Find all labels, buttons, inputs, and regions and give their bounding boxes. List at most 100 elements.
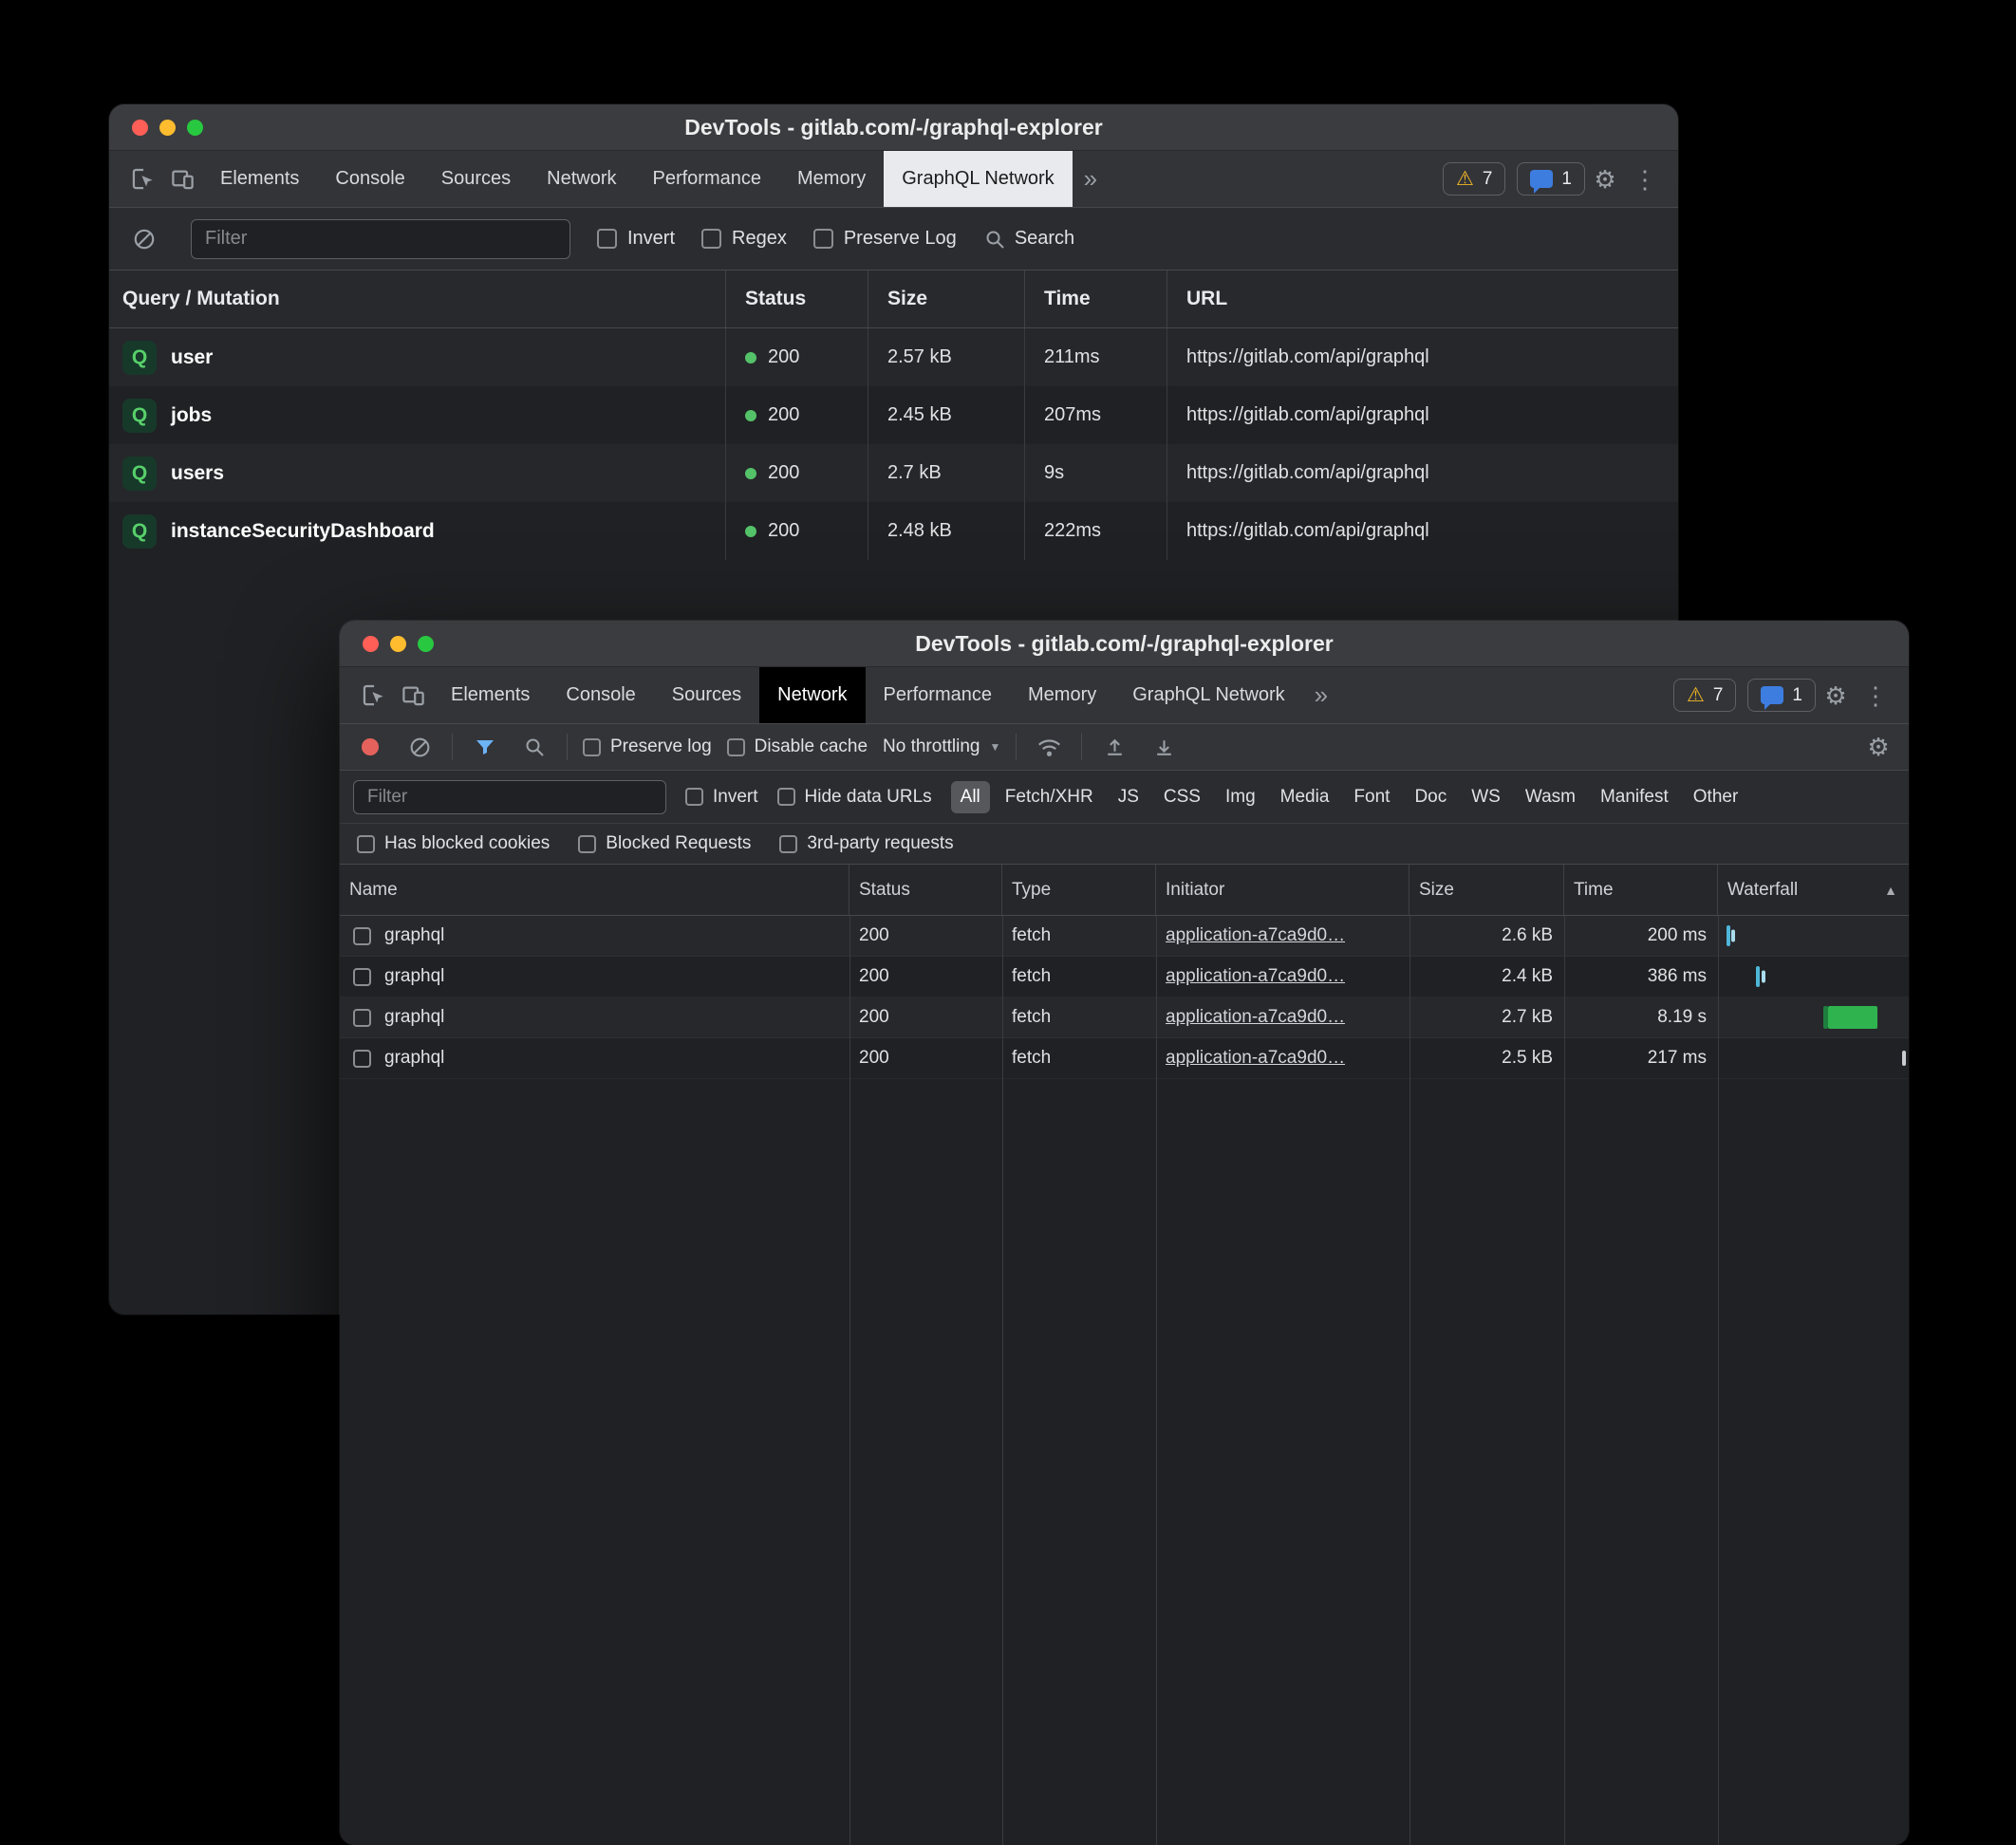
throttling-dropdown[interactable]: No throttling ▼ bbox=[883, 736, 1000, 757]
checkbox-icon[interactable] bbox=[578, 835, 596, 853]
more-options-icon[interactable]: ⋮ bbox=[1625, 159, 1665, 199]
row-checkbox[interactable] bbox=[353, 968, 371, 986]
column-header-size[interactable]: Size bbox=[1409, 865, 1564, 915]
column-header-waterfall[interactable]: Waterfall ▲ bbox=[1718, 865, 1909, 915]
has-blocked-cookies-checkbox[interactable]: Has blocked cookies bbox=[357, 833, 550, 854]
device-toolbar-icon[interactable] bbox=[162, 159, 202, 199]
network-request-row[interactable]: graphql 200 fetch application-a7ca9d0… 2… bbox=[340, 997, 1909, 1038]
filter-input[interactable] bbox=[191, 219, 570, 259]
inspect-icon[interactable] bbox=[353, 676, 393, 716]
tab-console[interactable]: Console bbox=[317, 151, 422, 207]
checkbox-icon[interactable] bbox=[685, 788, 703, 806]
device-toolbar-icon[interactable] bbox=[393, 676, 433, 716]
tab-memory[interactable]: Memory bbox=[779, 151, 884, 207]
column-header-status[interactable]: Status bbox=[849, 865, 1002, 915]
regex-checkbox[interactable]: Regex bbox=[701, 228, 787, 250]
network-filter-input[interactable] bbox=[353, 780, 666, 814]
column-header-type[interactable]: Type bbox=[1002, 865, 1156, 915]
filter-type-other[interactable]: Other bbox=[1684, 781, 1748, 813]
minimize-button[interactable] bbox=[390, 636, 406, 652]
block-icon[interactable] bbox=[124, 219, 164, 259]
warnings-badge[interactable]: ⚠ 7 bbox=[1673, 679, 1736, 712]
initiator-link[interactable]: application-a7ca9d0… bbox=[1166, 1007, 1345, 1028]
blocked-requests-checkbox[interactable]: Blocked Requests bbox=[578, 833, 751, 854]
tab-console[interactable]: Console bbox=[548, 667, 653, 723]
initiator-link[interactable]: application-a7ca9d0… bbox=[1166, 966, 1345, 987]
query-row[interactable]: Q users 200 2.7 kB 9s https://gitlab.com… bbox=[109, 444, 1678, 502]
checkbox-icon[interactable] bbox=[357, 835, 375, 853]
network-request-row[interactable]: graphql 200 fetch application-a7ca9d0… 2… bbox=[340, 916, 1909, 957]
network-settings-gear-icon[interactable]: ⚙ bbox=[1861, 730, 1895, 764]
tab-graphql-network[interactable]: GraphQL Network bbox=[1114, 667, 1302, 723]
issues-badge[interactable]: 1 bbox=[1747, 679, 1816, 712]
settings-gear-icon[interactable]: ⚙ bbox=[1816, 676, 1856, 716]
network-conditions-icon[interactable] bbox=[1032, 730, 1066, 764]
initiator-link[interactable]: application-a7ca9d0… bbox=[1166, 925, 1345, 946]
filter-type-media[interactable]: Media bbox=[1271, 781, 1339, 813]
record-icon[interactable] bbox=[353, 730, 387, 764]
filter-type-font[interactable]: Font bbox=[1344, 781, 1399, 813]
checkbox-icon[interactable] bbox=[779, 835, 797, 853]
export-har-icon[interactable] bbox=[1147, 730, 1181, 764]
close-button[interactable] bbox=[363, 636, 379, 652]
more-tabs-icon[interactable]: » bbox=[1303, 667, 1339, 723]
settings-gear-icon[interactable]: ⚙ bbox=[1585, 159, 1625, 199]
row-checkbox[interactable] bbox=[353, 1050, 371, 1068]
inspect-icon[interactable] bbox=[122, 159, 162, 199]
preserve-log-checkbox[interactable]: Preserve Log bbox=[813, 228, 957, 250]
filter-type-img[interactable]: Img bbox=[1216, 781, 1265, 813]
invert-checkbox[interactable]: Invert bbox=[685, 787, 758, 808]
checkbox-icon[interactable] bbox=[701, 229, 721, 249]
search-button[interactable]: Search bbox=[983, 228, 1074, 251]
query-row[interactable]: Q instanceSecurityDashboard 200 2.48 kB … bbox=[109, 502, 1678, 560]
clear-icon[interactable] bbox=[402, 730, 437, 764]
network-request-row[interactable]: graphql 200 fetch application-a7ca9d0… 2… bbox=[340, 957, 1909, 997]
network-request-row[interactable]: graphql 200 fetch application-a7ca9d0… 2… bbox=[340, 1038, 1909, 1079]
row-checkbox[interactable] bbox=[353, 927, 371, 945]
tab-memory[interactable]: Memory bbox=[1010, 667, 1114, 723]
preserve-log-checkbox[interactable]: Preserve log bbox=[583, 736, 712, 757]
tab-performance[interactable]: Performance bbox=[635, 151, 780, 207]
filter-type-css[interactable]: CSS bbox=[1154, 781, 1210, 813]
column-header-name[interactable]: Name bbox=[340, 865, 849, 915]
tab-performance[interactable]: Performance bbox=[866, 667, 1011, 723]
checkbox-icon[interactable] bbox=[777, 788, 795, 806]
filter-type-wasm[interactable]: Wasm bbox=[1516, 781, 1585, 813]
checkbox-icon[interactable] bbox=[583, 738, 601, 756]
column-header-size[interactable]: Size bbox=[868, 270, 1025, 327]
filter-type-manifest[interactable]: Manifest bbox=[1591, 781, 1678, 813]
column-header-time[interactable]: Time bbox=[1564, 865, 1718, 915]
checkbox-icon[interactable] bbox=[597, 229, 617, 249]
column-header-query[interactable]: Query / Mutation bbox=[109, 270, 726, 327]
tab-sources[interactable]: Sources bbox=[423, 151, 529, 207]
titlebar[interactable]: DevTools - gitlab.com/-/graphql-explorer bbox=[109, 104, 1678, 151]
tab-sources[interactable]: Sources bbox=[654, 667, 759, 723]
close-button[interactable] bbox=[132, 120, 148, 136]
filter-type-fetch-xhr[interactable]: Fetch/XHR bbox=[996, 781, 1103, 813]
zoom-button[interactable] bbox=[187, 120, 203, 136]
tab-graphql-network[interactable]: GraphQL Network bbox=[884, 151, 1072, 207]
minimize-button[interactable] bbox=[159, 120, 176, 136]
query-row[interactable]: Q user 200 2.57 kB 211ms https://gitlab.… bbox=[109, 328, 1678, 386]
filter-type-all[interactable]: All bbox=[951, 781, 990, 813]
third-party-requests-checkbox[interactable]: 3rd-party requests bbox=[779, 833, 953, 854]
filter-type-js[interactable]: JS bbox=[1109, 781, 1148, 813]
tab-elements[interactable]: Elements bbox=[202, 151, 317, 207]
invert-checkbox[interactable]: Invert bbox=[597, 228, 675, 250]
query-row[interactable]: Q jobs 200 2.45 kB 207ms https://gitlab.… bbox=[109, 386, 1678, 444]
row-checkbox[interactable] bbox=[353, 1009, 371, 1027]
zoom-button[interactable] bbox=[418, 636, 434, 652]
column-header-time[interactable]: Time bbox=[1025, 270, 1167, 327]
tab-network[interactable]: Network bbox=[759, 667, 865, 723]
hide-data-urls-checkbox[interactable]: Hide data URLs bbox=[777, 787, 932, 808]
tab-elements[interactable]: Elements bbox=[433, 667, 548, 723]
warnings-badge[interactable]: ⚠ 7 bbox=[1443, 162, 1505, 196]
tab-network[interactable]: Network bbox=[529, 151, 634, 207]
checkbox-icon[interactable] bbox=[813, 229, 833, 249]
filter-type-doc[interactable]: Doc bbox=[1405, 781, 1456, 813]
titlebar[interactable]: DevTools - gitlab.com/-/graphql-explorer bbox=[340, 621, 1909, 667]
disable-cache-checkbox[interactable]: Disable cache bbox=[727, 736, 868, 757]
filter-type-ws[interactable]: WS bbox=[1462, 781, 1510, 813]
column-header-status[interactable]: Status bbox=[726, 270, 868, 327]
more-tabs-icon[interactable]: » bbox=[1073, 151, 1109, 207]
